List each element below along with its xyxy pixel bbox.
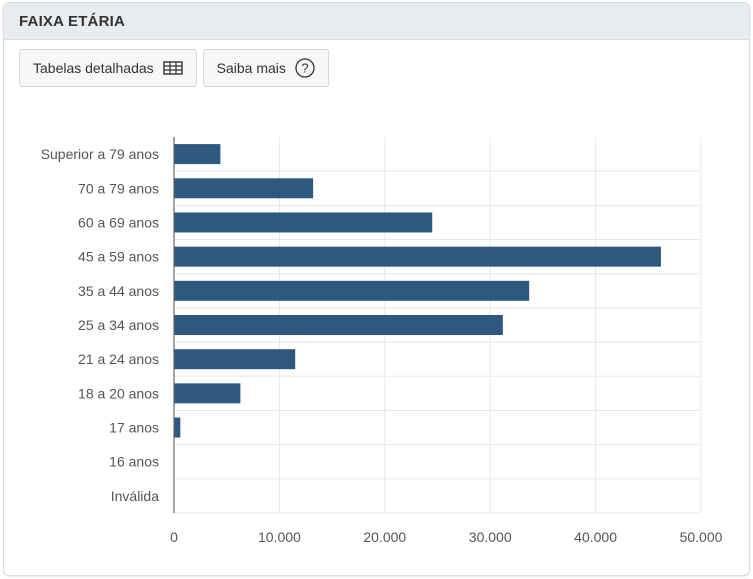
x-tick-label: 50.000 (680, 529, 723, 545)
bar[interactable] (174, 144, 221, 165)
bar[interactable] (174, 349, 296, 370)
category-label: 60 a 69 anos (78, 214, 159, 230)
category-label: 16 anos (109, 454, 159, 470)
category-label: Inválida (111, 488, 159, 504)
category-label: 35 a 44 anos (78, 283, 159, 299)
bar[interactable] (174, 246, 661, 267)
x-tick-label: 20.000 (363, 529, 406, 545)
category-label: 25 a 34 anos (78, 317, 159, 333)
x-tick-label: 40.000 (574, 529, 617, 545)
x-tick-label: 30.000 (469, 529, 512, 545)
bar[interactable] (174, 417, 181, 438)
category-label: 18 a 20 anos (78, 385, 159, 401)
bar[interactable] (174, 178, 314, 199)
category-label: Superior a 79 anos (41, 146, 159, 162)
x-tick-label: 0 (170, 529, 178, 545)
category-label: 21 a 24 anos (78, 351, 159, 367)
bar[interactable] (174, 280, 530, 301)
age-range-bar-chart: Superior a 79 anos 70 a 79 anos 60 a 69 an… (41, 137, 723, 545)
category-label: 45 a 59 anos (78, 249, 159, 265)
category-label: 17 anos (109, 420, 159, 436)
bar[interactable] (174, 383, 241, 404)
bar[interactable] (174, 315, 503, 335)
category-label: 70 a 79 anos (78, 180, 159, 196)
x-tick-label: 10.000 (258, 529, 301, 545)
bar[interactable] (174, 212, 433, 233)
